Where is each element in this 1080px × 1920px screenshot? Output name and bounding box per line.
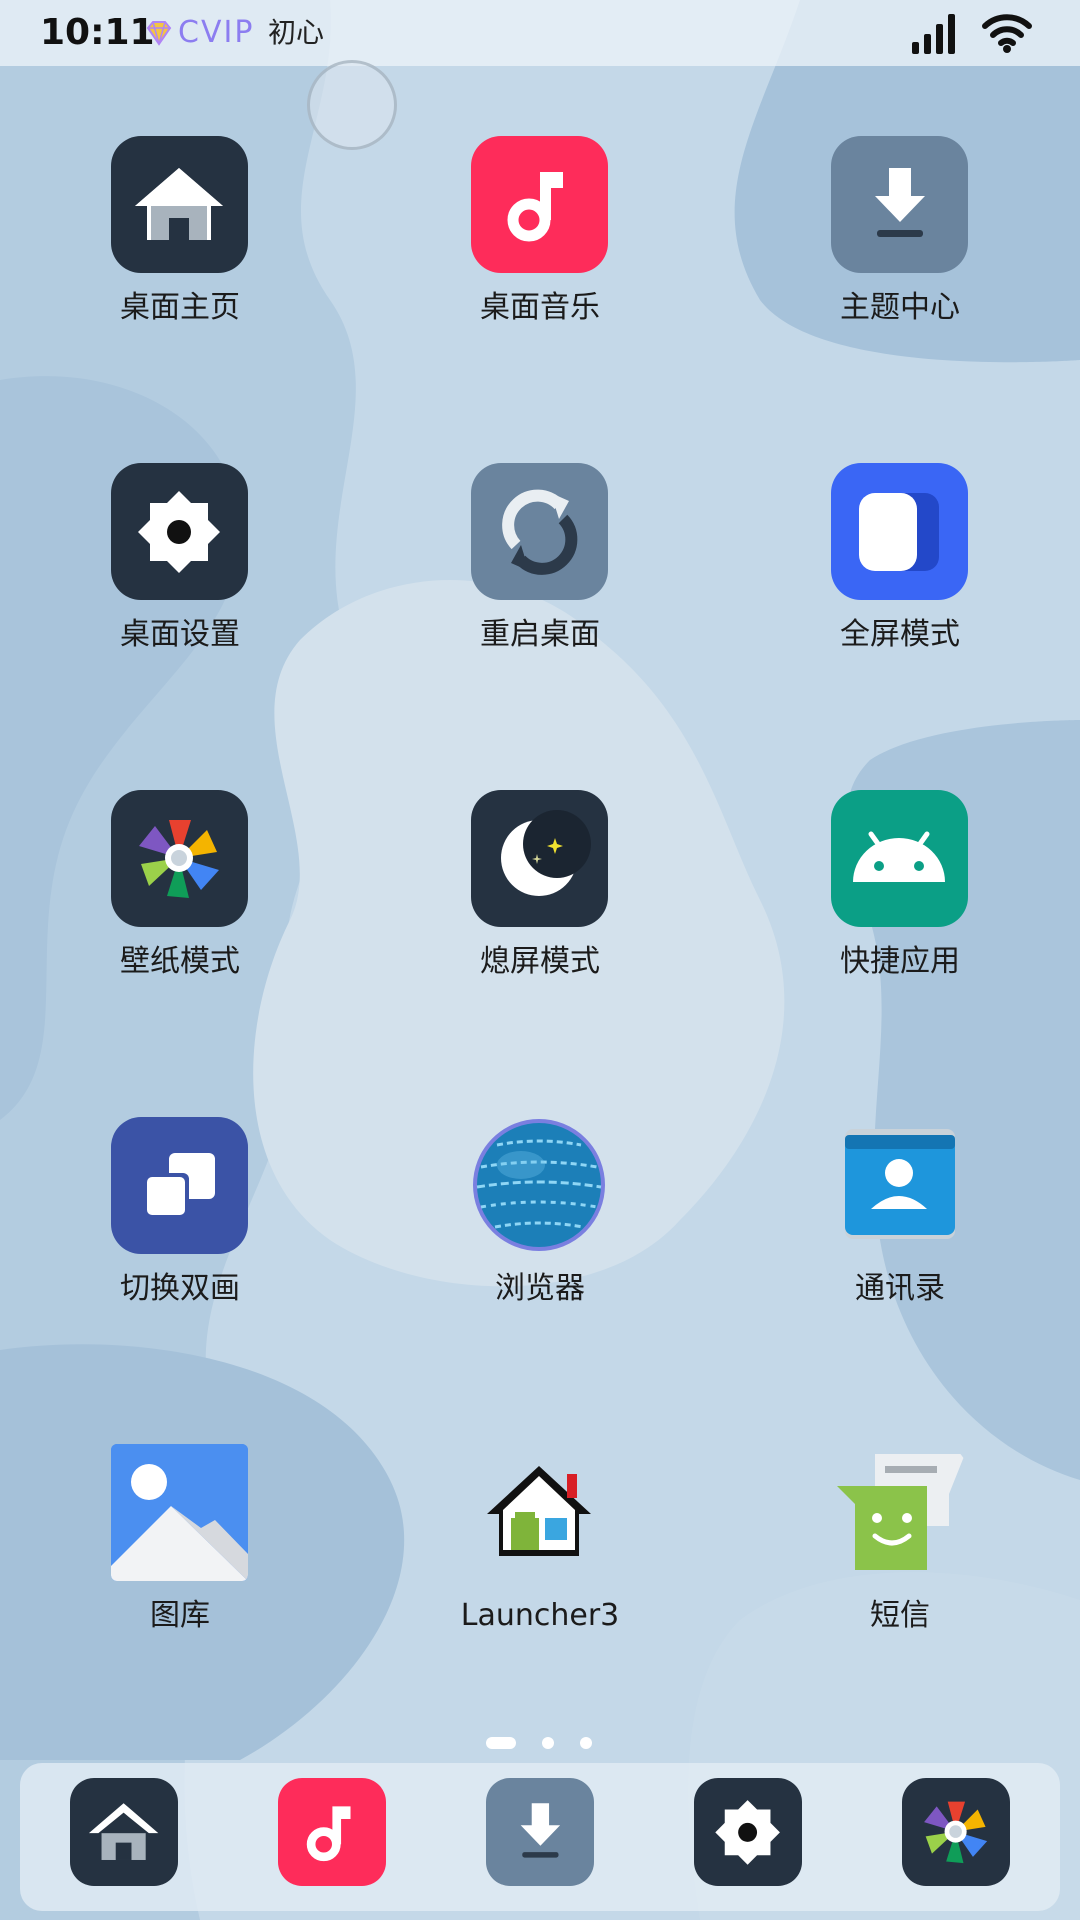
- app-quick-apps[interactable]: 快捷应用: [760, 790, 1040, 1020]
- app-label: 浏览器: [495, 1271, 585, 1306]
- app-browser[interactable]: 浏览器: [400, 1117, 680, 1347]
- home-icon: [111, 136, 248, 273]
- app-label: 桌面主页: [120, 290, 240, 325]
- app-desktop-settings[interactable]: 桌面设置: [40, 463, 320, 693]
- home-screen: 10:11 CVIP 初心 桌面主页 桌面音乐 主题中心 桌面设置 重启桌面 全…: [0, 0, 1080, 1920]
- messages-icon: [831, 1444, 968, 1581]
- dock-pinwheel-icon[interactable]: [902, 1778, 1010, 1886]
- fullscreen-icon: [831, 463, 968, 600]
- app-label: Launcher3: [460, 1598, 620, 1633]
- contacts-icon: [831, 1117, 968, 1254]
- app-label: 熄屏模式: [480, 944, 600, 979]
- wifi-icon: [982, 14, 1032, 53]
- app-label: 桌面音乐: [480, 290, 600, 325]
- page-dot-current[interactable]: [486, 1737, 516, 1749]
- app-desktop-home[interactable]: 桌面主页: [40, 136, 320, 366]
- app-label: 壁纸模式: [120, 944, 240, 979]
- signal-icon: [912, 14, 955, 54]
- globe-icon: [471, 1117, 608, 1254]
- gallery-icon: [111, 1444, 248, 1581]
- dock-music-note-icon[interactable]: [278, 1778, 386, 1886]
- dock-gear-icon[interactable]: [694, 1778, 802, 1886]
- app-label: 图库: [150, 1598, 210, 1633]
- status-bar: 10:11 CVIP 初心: [0, 0, 1080, 66]
- app-desktop-music[interactable]: 桌面音乐: [400, 136, 680, 366]
- page-dot[interactable]: [542, 1737, 554, 1749]
- dock: [20, 1763, 1060, 1911]
- gear-icon: [111, 463, 248, 600]
- app-label: 快捷应用: [840, 944, 960, 979]
- app-label: 全屏模式: [840, 617, 960, 652]
- app-screen-off-mode[interactable]: 熄屏模式: [400, 790, 680, 1020]
- vip-badge: CVIP: [178, 15, 255, 50]
- launcher-house-icon: [471, 1444, 608, 1581]
- diamond-icon: [146, 21, 172, 46]
- app-label: 通讯录: [855, 1271, 945, 1306]
- pinwheel-icon: [111, 790, 248, 927]
- app-messages[interactable]: 短信: [760, 1444, 1040, 1674]
- app-gallery[interactable]: 图库: [40, 1444, 320, 1674]
- app-theme-center[interactable]: 主题中心: [760, 136, 1040, 366]
- app-label: 重启桌面: [480, 617, 600, 652]
- dual-screen-icon: [111, 1117, 248, 1254]
- app-switch-dual-screen[interactable]: 切换双画: [40, 1117, 320, 1347]
- app-contacts[interactable]: 通讯录: [760, 1117, 1040, 1347]
- app-label: 桌面设置: [120, 617, 240, 652]
- page-dot[interactable]: [580, 1737, 592, 1749]
- refresh-icon: [471, 463, 608, 600]
- app-label: 切换双画: [120, 1271, 240, 1306]
- app-launcher3[interactable]: Launcher3: [400, 1444, 680, 1674]
- floating-assist-button[interactable]: [307, 60, 397, 150]
- app-label: 主题中心: [840, 290, 960, 325]
- dock-download-icon[interactable]: [486, 1778, 594, 1886]
- moon-icon: [471, 790, 608, 927]
- music-note-icon: [471, 136, 608, 273]
- android-icon: [831, 790, 968, 927]
- download-icon: [831, 136, 968, 273]
- status-time: 10:11: [40, 12, 155, 53]
- vip-name: 初心: [268, 16, 325, 49]
- app-restart-desktop[interactable]: 重启桌面: [400, 463, 680, 693]
- app-fullscreen-mode[interactable]: 全屏模式: [760, 463, 1040, 693]
- dock-home-icon[interactable]: [70, 1778, 178, 1886]
- app-wallpaper-mode[interactable]: 壁纸模式: [40, 790, 320, 1020]
- app-label: 短信: [870, 1598, 930, 1633]
- page-indicator: [486, 1737, 596, 1751]
